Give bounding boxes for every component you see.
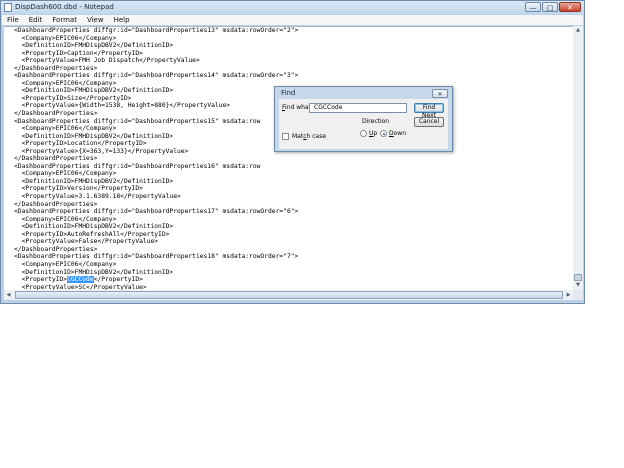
text-line: <Company>EPIC06</Company> (14, 215, 117, 223)
text-line: <PropertyValue>3.1.6389.18</PropertyValu… (14, 193, 181, 201)
maximize-button[interactable]: □ (542, 2, 558, 12)
menu-edit[interactable]: Edit (24, 15, 48, 25)
selected-text: CGCCode (67, 276, 94, 284)
text-line: <DefinitionID>FMHDispDBV2</DefinitionID> (14, 223, 174, 231)
scroll-right-icon[interactable]: ▶ (564, 290, 573, 300)
text-line: </DashboardProperties> (14, 245, 98, 253)
line-suffix: </PropertyID> (93, 276, 143, 284)
title-bar[interactable]: DispDash600.dbd - Notepad — □ ✕ (1, 1, 584, 14)
text-line: <DashboardProperties diffgr:id="Dashboar… (14, 253, 299, 261)
direction-down-radio[interactable] (380, 130, 387, 137)
cancel-button[interactable]: Cancel (414, 117, 444, 127)
text-line: <Company>EPIC06</Company> (14, 34, 117, 42)
text-line: <PropertyID>Caption</PropertyID> (14, 49, 143, 57)
size-grip[interactable] (573, 290, 583, 300)
find-dialog: Find ✕ Find what: CGCCode Find Next Canc… (274, 86, 453, 152)
horizontal-scrollbar[interactable]: ◀ ▶ (4, 290, 573, 300)
text-line: <PropertyID>Version</PropertyID> (14, 185, 143, 193)
find-next-button[interactable]: Find Next (414, 103, 444, 119)
text-line: <DashboardProperties diffgr:id="Dashboar… (14, 27, 299, 34)
text-line: <Company>EPIC06</Company> (14, 260, 117, 268)
menu-view[interactable]: View (82, 15, 109, 25)
direction-label: Direction (362, 118, 390, 125)
text-editor[interactable]: <DashboardProperties diffgr:id="Dashboar… (4, 26, 573, 291)
text-line: </DashboardProperties> (14, 200, 98, 208)
window-title: DispDash600.dbd - Notepad (15, 3, 114, 11)
notepad-icon (4, 3, 12, 12)
text-line: <DefinitionID>FMHDispDBV2</DefinitionID> (14, 268, 174, 276)
find-what-input[interactable]: CGCCode (309, 103, 407, 113)
find-dialog-title: Find (281, 89, 296, 97)
direction-down-label: Down (389, 130, 407, 137)
text-line: <DashboardProperties diffgr:id="Dashboar… (14, 162, 261, 170)
direction-up-label: Up (369, 130, 378, 137)
match-case-label: Match case (292, 133, 327, 140)
text-line: <PropertyID>AutoRefreshAll</PropertyID> (14, 230, 170, 238)
match-case-checkbox[interactable] (282, 133, 289, 140)
vertical-scrollbar[interactable]: ▲ ▼ (573, 26, 583, 290)
menu-file[interactable]: File (2, 15, 24, 25)
direction-up-radio[interactable] (360, 130, 367, 137)
text-line: </DashboardProperties> (14, 155, 98, 163)
text-line: <PropertyID>CGCCode</PropertyID> (4, 276, 573, 284)
text-line: <PropertyValue>False</PropertyValue> (14, 238, 159, 246)
close-button[interactable]: ✕ (559, 2, 581, 12)
menu-format[interactable]: Format (47, 15, 82, 25)
dialog-close-button[interactable]: ✕ (432, 89, 448, 98)
text-line: <DashboardProperties diffgr:id="Dashboar… (14, 72, 299, 80)
text-line: <Company>EPIC06</Company> (14, 170, 117, 178)
find-dialog-body: Find what: CGCCode Find Next Cancel Dire… (279, 99, 448, 149)
menu-help[interactable]: Help (109, 15, 135, 25)
text-line: <DefinitionID>FMHDispDBV2</DefinitionID> (14, 177, 174, 185)
text-line: <PropertyValue>FMH Job Dispatch</Propert… (14, 57, 200, 65)
vertical-scroll-thumb[interactable] (574, 274, 582, 281)
menu-bar: File Edit Format View Help (2, 15, 583, 25)
line-prefix: <PropertyID> (14, 276, 68, 284)
horizontal-scroll-thumb[interactable] (15, 291, 563, 299)
notepad-window: DispDash600.dbd - Notepad — □ ✕ File Edi… (0, 0, 585, 304)
text-line: <DashboardProperties diffgr:id="Dashboar… (14, 208, 299, 216)
scroll-down-icon[interactable]: ▼ (573, 281, 583, 290)
scroll-left-icon[interactable]: ◀ (4, 290, 13, 300)
minimize-button[interactable]: — (525, 2, 541, 12)
window-controls: — □ ✕ (525, 2, 581, 12)
scroll-up-icon[interactable]: ▲ (573, 26, 583, 35)
text-line: <DefinitionID>FMHDispDBV2</DefinitionID> (14, 42, 174, 50)
text-line: </DashboardProperties> (14, 64, 98, 72)
